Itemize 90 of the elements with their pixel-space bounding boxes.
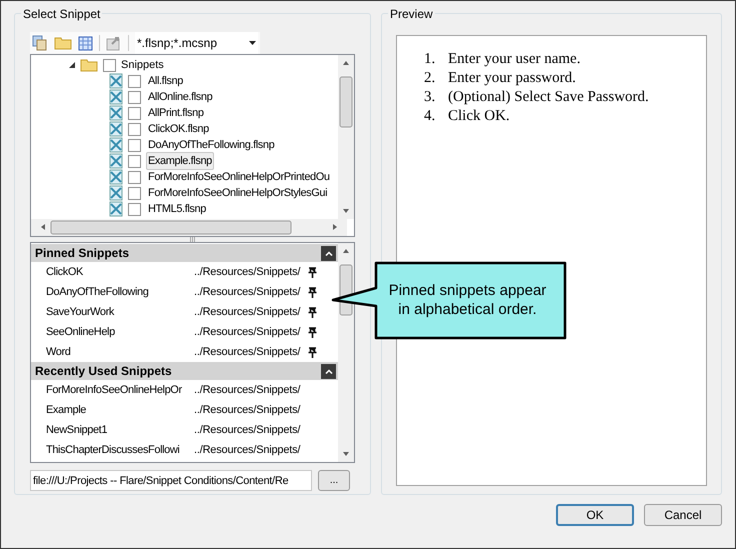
folder-icon [80, 58, 98, 72]
tree-item[interactable]: DoAnyOfTheFollowing.flsnp [146, 136, 276, 154]
snippet-path: ../Resources/Snippets/ [194, 422, 302, 438]
collapse-button[interactable] [321, 364, 336, 378]
snippet-row[interactable]: DoAnyOfTheFollowing ../Resources/Snippets/ [31, 282, 338, 302]
section-title: Recently Used Snippets [35, 363, 172, 380]
checkbox[interactable] [128, 138, 141, 152]
tree-item[interactable]: ClickOK.flsnp [146, 120, 211, 138]
checkbox[interactable] [128, 74, 141, 88]
path-field[interactable]: file:///U:/Projects -- Flare/Snippet Conditions/Content/Re [30, 470, 312, 491]
snippet-file-icon [109, 185, 123, 201]
tree-item[interactable]: AllPrint.flsnp [146, 104, 206, 122]
chevron-icon [324, 250, 332, 256]
snippet-file-icon [109, 169, 123, 185]
snippet-path: ../Resources/Snippets/ [194, 442, 302, 458]
snippet-file-icon [109, 89, 123, 105]
checkbox[interactable] [128, 186, 141, 200]
snippet-row[interactable]: ForMoreInfoSeeOnlineHelpOr ../Resources/Snippets/ [31, 380, 338, 400]
collapse-button[interactable] [321, 246, 336, 260]
arrow-icon[interactable] [106, 35, 122, 51]
section-title: Pinned Snippets [35, 245, 130, 262]
snippet-path: ../Resources/Snippets/ [194, 304, 302, 320]
snippet-path: ../Resources/Snippets/ [194, 344, 302, 360]
snippet-row[interactable]: NewSnippet1 ../Resources/Snippets/ [31, 420, 338, 440]
splitter-grip-icon[interactable] [190, 237, 195, 242]
tree-item[interactable]: Example.flsnp [146, 152, 214, 170]
snippet-row[interactable]: ThisChapterDiscussesFollowi ../Resources/Snippets/ [31, 440, 338, 460]
checkbox[interactable] [128, 106, 141, 120]
tree-item[interactable]: Snippets [121, 56, 164, 74]
vertical-scrollbar[interactable] [338, 55, 354, 219]
expander-icon[interactable] [69, 62, 75, 68]
callout-text: Pinned snippets appear in alphabetical order. [388, 281, 548, 319]
snippet-row[interactable]: Word ../Resources/Snippets/ [31, 342, 338, 362]
dialog-button[interactable]: Cancel [644, 504, 722, 526]
snippet-name: SaveYourWork [46, 304, 116, 320]
step-text: 1. Enter your user name. [424, 50, 582, 69]
chevron-icon [324, 368, 332, 374]
caret-icon [249, 41, 256, 45]
snippet-row[interactable]: Example ../Resources/Snippets/ [31, 400, 338, 420]
pin-icon[interactable] [308, 346, 317, 358]
snippet-name: ClickOK [46, 264, 84, 280]
snippet-name: SeeOnlineHelp [46, 324, 116, 340]
step-text: 2. Enter your password. [424, 69, 577, 88]
vertical-scrollbar[interactable] [338, 243, 354, 462]
horizontal-scrollbar[interactable] [31, 219, 347, 236]
snippet-name: Example [46, 402, 87, 418]
snippet-name: NewSnippet1 [46, 422, 108, 438]
checkbox[interactable] [128, 122, 141, 136]
copy-icon[interactable] [32, 35, 48, 51]
snippet-name: Word [46, 344, 72, 360]
dialog-button[interactable]: OK [556, 504, 634, 526]
checkbox[interactable] [128, 154, 141, 168]
tree-item[interactable]: HTML5.flsnp [146, 200, 208, 218]
folder-icon[interactable] [54, 36, 72, 50]
browse-button[interactable]: ... [318, 470, 350, 491]
snippet-file-icon [109, 153, 123, 169]
snippet-row[interactable]: SaveYourWork ../Resources/Snippets/ [31, 302, 338, 322]
snippet-path: ../Resources/Snippets/ [194, 284, 302, 300]
step-text: 4. Click OK. [424, 107, 511, 126]
pin-icon[interactable] [308, 266, 317, 278]
snippet-file-icon [109, 73, 123, 89]
filter-dropdown[interactable]: *.flsnp;*.mcsnp [135, 32, 258, 54]
snippet-name: ForMoreInfoSeeOnlineHelpOr [46, 382, 183, 398]
snippet-path: ../Resources/Snippets/ [194, 402, 302, 418]
tree-item[interactable]: ForMoreInfoSeeOnlineHelpOrPrintedOu [146, 168, 332, 186]
group-title: Select Snippet [21, 7, 102, 21]
tree-item[interactable]: All.flsnp [146, 72, 185, 90]
snippet-file-icon [109, 137, 123, 153]
snippet-file-icon [109, 105, 123, 121]
pin-icon[interactable] [308, 326, 317, 338]
snippet-path: ../Resources/Snippets/ [194, 264, 302, 280]
pin-icon[interactable] [308, 306, 317, 318]
snippet-path: ../Resources/Snippets/ [194, 382, 302, 398]
snippet-name: DoAnyOfTheFollowing [46, 284, 150, 300]
snippet-name: ThisChapterDiscussesFollowi [46, 442, 180, 458]
checkbox[interactable] [128, 202, 141, 216]
table-icon[interactable] [78, 36, 93, 50]
snippet-file-icon [109, 201, 123, 217]
snippet-row[interactable]: ClickOK ../Resources/Snippets/ [31, 262, 338, 282]
tree-item[interactable]: AllOnline.flsnp [146, 88, 214, 106]
checkbox[interactable] [128, 170, 141, 184]
step-text: 3. (Optional) Select Save Password. [424, 88, 650, 107]
snippet-path: ../Resources/Snippets/ [194, 324, 302, 340]
tree-item[interactable]: ForMoreInfoSeeOnlineHelpOrStylesGui [146, 184, 330, 202]
snippet-row[interactable]: SeeOnlineHelp ../Resources/Snippets/ [31, 322, 338, 342]
pin-icon[interactable] [308, 286, 317, 298]
checkbox[interactable] [128, 90, 141, 104]
checkbox[interactable] [103, 58, 116, 72]
group-title: Preview [388, 7, 435, 21]
snippet-file-icon [109, 121, 123, 137]
